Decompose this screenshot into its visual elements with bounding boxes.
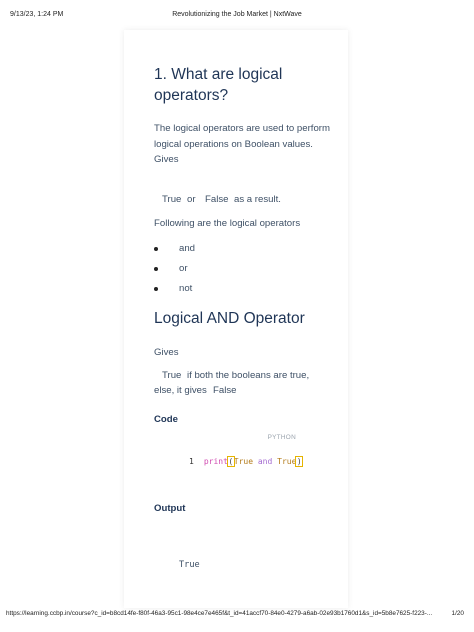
operator-not: not — [179, 283, 193, 294]
bullet-icon — [154, 247, 158, 251]
operator-and: and — [179, 243, 196, 254]
lesson-card: 1. What are logical operators? The logic… — [124, 30, 348, 608]
code-label: Code — [154, 414, 178, 425]
and-else-text: else, it gives — [154, 385, 207, 396]
gives-true-keyword: True — [162, 194, 182, 205]
code-arg-true: True — [277, 457, 297, 466]
code-arg-true: True — [233, 457, 254, 466]
gives-false-keyword: False — [205, 194, 229, 205]
following-text: Following are the logical operators — [154, 218, 301, 229]
gives-suffix-text: as a result. — [234, 194, 281, 205]
bullet-icon — [154, 287, 158, 291]
line-number: 1 — [189, 457, 194, 466]
and-gives-label: Gives — [154, 347, 179, 358]
bullet-icon — [154, 267, 158, 271]
code-close-paren: ) — [295, 456, 304, 467]
output-value: True — [179, 560, 200, 570]
print-url: https://learning.ccbp.in/course?c_id=b8c… — [6, 610, 433, 617]
print-footer: https://learning.ccbp.in/course?c_id=b8c… — [6, 610, 464, 622]
and-true-keyword: True — [162, 370, 182, 381]
code-line[interactable]: 1 print(True and True) — [189, 456, 304, 467]
output-label: Output — [154, 503, 186, 514]
heading-logical-and: Logical AND Operator — [154, 310, 305, 327]
heading-logical-operators: 1. What are logical operators? — [154, 66, 283, 104]
code-language-tag: PYTHON — [267, 434, 296, 441]
code-operator: and — [257, 457, 273, 466]
intro-paragraph: The logical operators are used to perfor… — [154, 123, 330, 150]
and-false-keyword: False — [213, 385, 237, 396]
page-number: 1/20 — [451, 610, 464, 617]
and-condition-text: if both the booleans are true, — [187, 370, 310, 381]
print-page-title: Revolutionizing the Job Market | NxtWave — [172, 11, 302, 18]
code-function: print — [203, 457, 228, 466]
intro-section: 1. What are logical operators? The logic… — [154, 64, 334, 168]
print-header: 9/13/23, 1:24 PM Revolutionizing the Job… — [10, 11, 464, 23]
gives-label: Gives — [154, 154, 179, 165]
operator-or: or — [179, 263, 188, 274]
gives-or-text: or — [187, 194, 196, 205]
